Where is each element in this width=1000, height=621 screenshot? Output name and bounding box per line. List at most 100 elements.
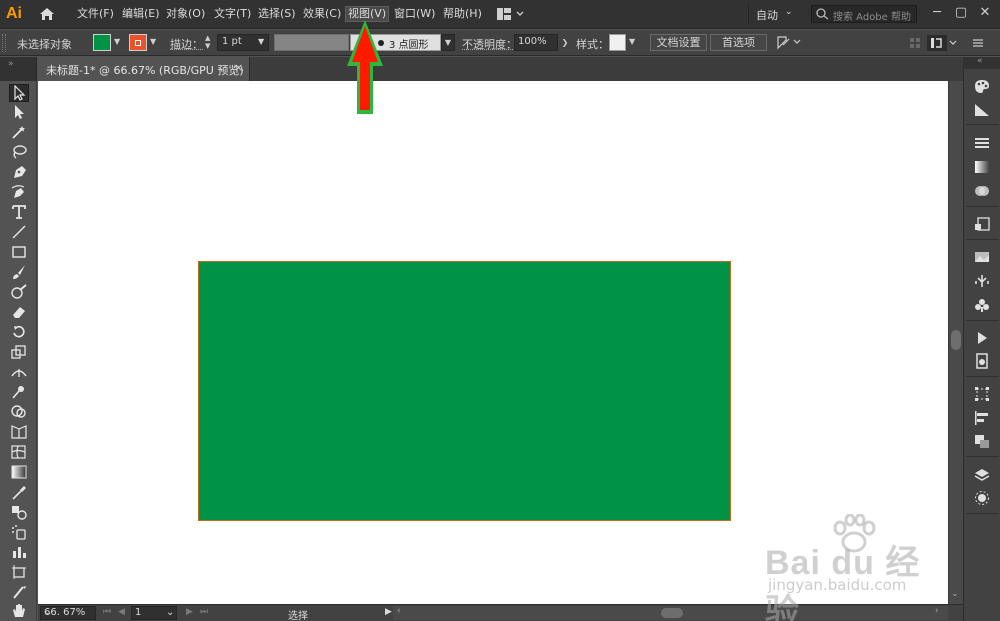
menu-window[interactable]: 窗口(W): [392, 6, 437, 22]
fill-color-swatch[interactable]: [93, 34, 111, 51]
width-tool-icon[interactable]: [9, 364, 29, 382]
menu-edit[interactable]: 编辑(E): [120, 6, 162, 22]
eraser-tool-icon[interactable]: [9, 304, 29, 322]
artboard-tool-icon[interactable]: [9, 564, 29, 582]
hand-tool-icon[interactable]: [9, 602, 29, 620]
scroll-thumb[interactable]: [951, 330, 961, 350]
stroke-label[interactable]: 描边：: [170, 36, 203, 52]
rectangle-tool-icon[interactable]: [9, 244, 29, 262]
color-panel-icon[interactable]: [973, 78, 991, 94]
transparency-panel-icon[interactable]: [973, 183, 991, 199]
close-icon[interactable]: ✕: [973, 2, 997, 24]
control-bar-grip[interactable]: [2, 34, 6, 52]
scroll-left-icon[interactable]: ‹: [397, 606, 401, 616]
maximize-icon[interactable]: ▢: [949, 2, 973, 24]
menu-file[interactable]: 文件(F): [75, 6, 116, 22]
document-setup-button[interactable]: 文档设置: [650, 34, 707, 51]
menu-object[interactable]: 对象(O): [164, 6, 207, 22]
brushes-panel-icon[interactable]: [973, 297, 991, 313]
chevron-down-icon[interactable]: ▼: [150, 38, 159, 46]
graphic-style-swatch[interactable]: [609, 34, 626, 51]
artboard-number-field[interactable]: 1 ⌄: [131, 606, 177, 620]
color-guide-panel-icon[interactable]: [973, 102, 991, 118]
transform-panel-icon[interactable]: [973, 386, 991, 402]
arrange-icon[interactable]: [775, 34, 803, 51]
gradient-panel-icon[interactable]: [973, 159, 991, 175]
mesh-tool-icon[interactable]: [9, 444, 29, 462]
shape-builder-tool-icon[interactable]: [9, 404, 29, 422]
menu-select[interactable]: 选择(S): [256, 6, 298, 22]
shaper-tool-icon[interactable]: [9, 284, 29, 302]
scale-tool-icon[interactable]: [9, 344, 29, 362]
next-artboard-icon[interactable]: ▶: [186, 607, 193, 617]
stroke-spinner[interactable]: ▲ ▼: [205, 34, 215, 51]
close-icon[interactable]: ×: [234, 61, 243, 74]
preferences-button[interactable]: 首选项: [710, 34, 767, 51]
menu-effect[interactable]: 效果(C): [301, 6, 343, 22]
green-rectangle[interactable]: [198, 261, 731, 521]
panel-options-icon[interactable]: [905, 35, 1000, 51]
stroke-color-swatch[interactable]: [129, 34, 147, 51]
brush-dropdown[interactable]: ▼: [441, 34, 455, 51]
stroke-panel-icon[interactable]: [973, 135, 991, 151]
rotate-tool-icon[interactable]: [9, 324, 29, 342]
vertical-scrollbar[interactable]: ⌄: [948, 81, 963, 604]
scroll-thumb[interactable]: [661, 608, 683, 618]
image-trace-panel-icon[interactable]: [973, 249, 991, 265]
help-search-input[interactable]: 搜索 Adobe 帮助: [811, 5, 917, 23]
pen-tool-icon[interactable]: [9, 164, 29, 182]
stroke-weight-field[interactable]: 1 pt ▼: [217, 34, 269, 51]
brush-definition-label: 3 点圆形: [389, 40, 429, 51]
chevron-down-icon[interactable]: ▼: [629, 38, 638, 46]
home-icon[interactable]: [38, 6, 56, 22]
align-panel-icon[interactable]: [973, 410, 991, 426]
opacity-field[interactable]: 100%: [514, 34, 558, 51]
links-panel-icon[interactable]: [973, 353, 991, 369]
symbols-panel-icon[interactable]: [973, 273, 991, 289]
direct-selection-tool-icon[interactable]: [9, 104, 29, 122]
opacity-label[interactable]: 不透明度：: [462, 36, 517, 52]
symbol-sprayer-tool-icon[interactable]: [9, 524, 29, 542]
eyedropper-tool-icon[interactable]: [9, 484, 29, 502]
annotation-arrow: [347, 20, 383, 114]
actions-panel-icon[interactable]: [973, 330, 991, 346]
panel-dock: [963, 69, 1000, 621]
last-artboard-icon[interactable]: ⏭: [200, 607, 208, 617]
zoom-field[interactable]: 66. 67% ⌄: [40, 606, 96, 620]
layers-panel-icon[interactable]: [973, 467, 991, 483]
variable-width-profile[interactable]: [274, 34, 349, 51]
chevron-down-icon[interactable]: ▼: [114, 38, 123, 46]
line-tool-icon[interactable]: [9, 224, 29, 242]
minimize-icon[interactable]: ─: [925, 2, 949, 24]
curvature-tool-icon[interactable]: [9, 184, 29, 202]
selection-tool-icon[interactable]: [9, 84, 29, 102]
puppet-warp-tool-icon[interactable]: [9, 384, 29, 402]
collapse-icon[interactable]: «: [977, 56, 983, 66]
panel-dock-header[interactable]: «: [963, 56, 1000, 69]
workspace-switcher[interactable]: 自动 ⌄: [748, 4, 798, 24]
magic-wand-tool-icon[interactable]: [9, 124, 29, 142]
column-graph-tool-icon[interactable]: [9, 544, 29, 562]
status-menu-icon[interactable]: ▶: [385, 607, 392, 617]
document-tab-bar: 未标题-1* @ 66.67% (RGB/GPU 预览) ×: [38, 57, 963, 81]
collapse-icon[interactable]: »: [8, 59, 14, 69]
type-tool-icon[interactable]: [9, 204, 29, 222]
pathfinder-panel-icon[interactable]: [973, 433, 991, 449]
menu-type[interactable]: 文字(T): [212, 6, 253, 22]
slice-tool-icon[interactable]: [9, 584, 29, 602]
paintbrush-tool-icon[interactable]: [9, 264, 29, 282]
appearance-panel-icon[interactable]: [973, 490, 991, 506]
menu-help[interactable]: 帮助(H): [441, 6, 484, 22]
toolbar-collapse-header[interactable]: »: [0, 57, 37, 81]
chevron-right-icon[interactable]: ❯: [559, 34, 571, 51]
artboards-panel-icon[interactable]: [973, 216, 991, 232]
blend-tool-icon[interactable]: [9, 504, 29, 522]
document-tab[interactable]: 未标题-1* @ 66.67% (RGB/GPU 预览) ×: [38, 57, 250, 81]
first-artboard-icon[interactable]: ⏮: [103, 607, 111, 617]
lasso-tool-icon[interactable]: [9, 144, 29, 162]
perspective-grid-tool-icon[interactable]: [9, 424, 29, 442]
previous-artboard-icon[interactable]: ◀: [118, 607, 125, 617]
scroll-down-icon[interactable]: ⌄: [951, 589, 959, 599]
gradient-tool-icon[interactable]: [9, 464, 29, 482]
arrange-documents-icon[interactable]: [497, 8, 525, 20]
